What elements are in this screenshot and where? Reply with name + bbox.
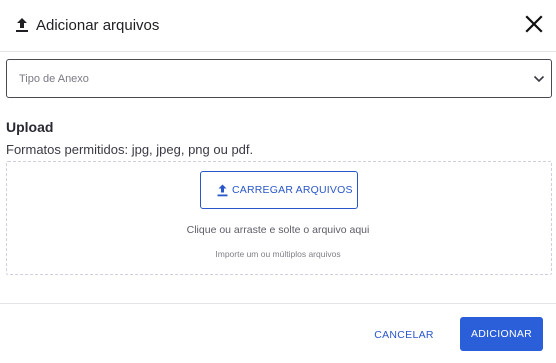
cancel-button[interactable]: CANCELAR bbox=[366, 320, 442, 350]
chevron-down-icon bbox=[533, 75, 545, 83]
allowed-formats-text: Formatos permitidos: jpg, jpeg, png ou p… bbox=[6, 142, 254, 157]
upload-section-title: Upload bbox=[6, 119, 54, 135]
upload-icon bbox=[217, 184, 228, 197]
add-button[interactable]: ADICIONAR bbox=[460, 317, 543, 351]
footer-divider bbox=[0, 303, 556, 304]
upload-files-button-label: CARREGAR ARQUIVOS bbox=[232, 184, 353, 196]
close-icon[interactable] bbox=[524, 14, 544, 34]
upload-files-button[interactable]: CARREGAR ARQUIVOS bbox=[200, 171, 358, 209]
upload-icon bbox=[16, 18, 28, 32]
dropzone-hint: Clique ou arraste e solte o arquivo aqui bbox=[186, 224, 370, 236]
attachment-type-placeholder: Tipo de Anexo bbox=[19, 73, 89, 85]
dialog-title: Adicionar arquivos bbox=[36, 17, 160, 34]
add-files-dialog: Adicionar arquivos Tipo de Anexo Upload … bbox=[0, 0, 556, 363]
attachment-type-select[interactable]: Tipo de Anexo bbox=[6, 59, 552, 98]
dropzone-subhint: Importe um ou múltiplos arquivos bbox=[215, 249, 341, 259]
dialog-header: Adicionar arquivos bbox=[0, 0, 556, 52]
